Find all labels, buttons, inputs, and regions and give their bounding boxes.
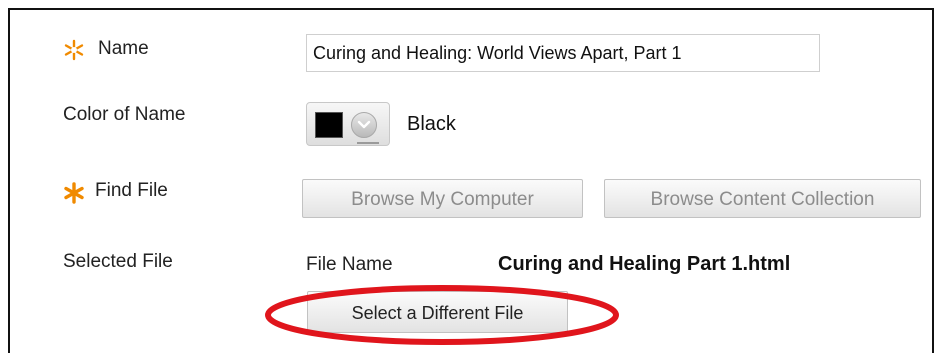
file-name-label: File Name [306,254,393,275]
browse-content-collection-button[interactable]: Browse Content Collection [604,179,921,218]
color-picker-button[interactable] [306,102,390,146]
name-label: Name [98,38,149,59]
color-name-value: Black [407,113,456,135]
file-name-value: Curing and Healing Part 1.html [498,253,791,275]
required-asterisk-icon [63,182,85,209]
color-of-name-label: Color of Name [63,104,186,125]
required-asterisk-icon [63,39,85,66]
chevron-down-icon [351,112,377,138]
find-file-label: Find File [95,180,168,201]
selected-file-label: Selected File [63,251,173,272]
select-different-file-button[interactable]: Select a Different File [307,291,568,333]
browse-my-computer-button[interactable]: Browse My Computer [302,179,583,218]
picker-underline [357,142,379,144]
name-input[interactable] [306,34,820,72]
color-swatch [315,112,343,138]
